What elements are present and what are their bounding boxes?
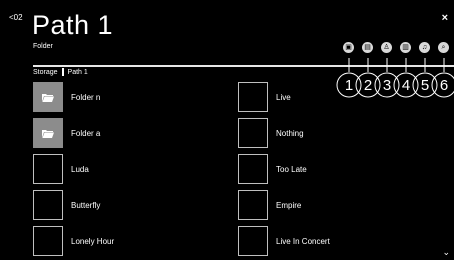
breadcrumb-current: Path 1 (67, 68, 88, 76)
music-icon[interactable]: ♫ (419, 42, 430, 53)
item-label: Too Late (276, 164, 307, 174)
callout-6: 6 (439, 77, 449, 94)
bus-icon[interactable]: ▣ (343, 42, 354, 53)
chevron-down-icon[interactable]: ⌄ (442, 247, 450, 258)
thumbnail (238, 226, 268, 256)
item-label: Folder a (71, 128, 101, 138)
document-icon[interactable]: ▥ (400, 42, 411, 53)
item-label: Lonely Hour (71, 236, 115, 246)
thumbnail (238, 154, 268, 184)
item-label: Empire (276, 200, 302, 210)
list-item[interactable]: Luda (33, 153, 193, 185)
thumbnail (238, 82, 268, 112)
close-icon[interactable]: × (442, 12, 448, 24)
thumbnail (33, 190, 63, 220)
list-item[interactable]: Folder n (33, 81, 193, 113)
back-button[interactable]: <02 (9, 13, 23, 22)
search-icon[interactable]: ⌕ (438, 42, 449, 53)
thumbnail (33, 82, 63, 112)
thumbnail (33, 118, 63, 148)
item-label: Nothing (276, 128, 304, 138)
list-item[interactable]: Nothing (238, 117, 398, 149)
list-item[interactable]: Lonely Hour (33, 225, 193, 257)
page-title: Path 1 (32, 10, 114, 40)
breadcrumb-root[interactable]: Storage (33, 69, 58, 76)
list-item[interactable]: Live (238, 81, 398, 113)
thumbnail (33, 226, 63, 256)
list-item[interactable]: Empire (238, 189, 398, 221)
list-item[interactable]: Too Late (238, 153, 398, 185)
list-item[interactable]: Butterfly (33, 189, 193, 221)
folder-icon (42, 93, 54, 102)
folder-icon (42, 129, 54, 138)
breadcrumb-separator (61, 68, 64, 76)
list-item[interactable]: Folder a (33, 117, 193, 149)
breadcrumb: Storage Path 1 (33, 68, 88, 76)
item-label: Live (276, 92, 291, 102)
page-subtitle: Folder (33, 43, 53, 50)
thumbnail (238, 118, 268, 148)
item-label: Folder n (71, 92, 101, 102)
person-icon[interactable]: ♙ (381, 42, 392, 53)
callout-4: 4 (401, 77, 411, 94)
callout-5: 5 (420, 77, 430, 94)
list-item[interactable]: Live In Concert (238, 225, 398, 257)
thumbnail (238, 190, 268, 220)
list-icon[interactable]: ▤ (362, 42, 373, 53)
thumbnail (33, 154, 63, 184)
item-label: Live In Concert (276, 236, 330, 246)
item-label: Butterfly (71, 200, 101, 210)
item-label: Luda (71, 164, 89, 174)
